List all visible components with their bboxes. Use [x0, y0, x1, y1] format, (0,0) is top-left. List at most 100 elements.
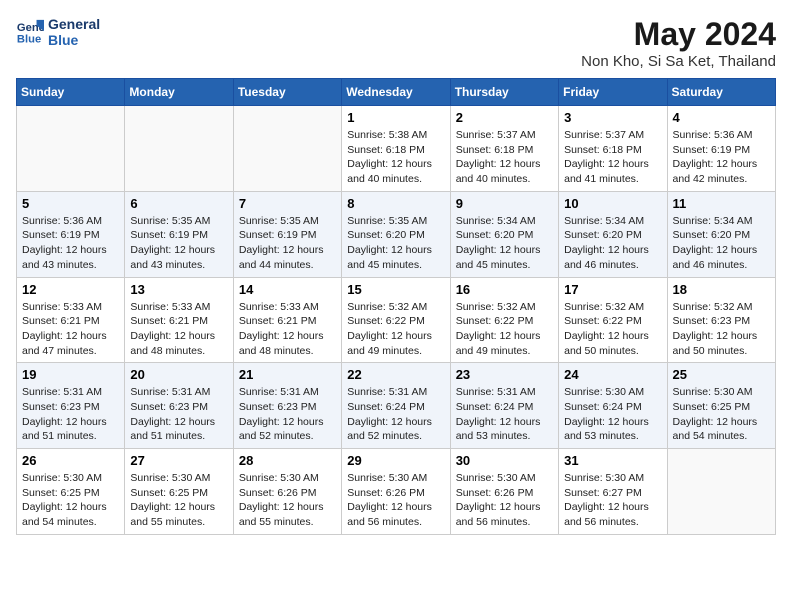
cell-info: and 54 minutes. — [673, 429, 770, 444]
day-number: 5 — [22, 196, 119, 211]
cell-info: Sunset: 6:25 PM — [22, 486, 119, 501]
cell-info: and 52 minutes. — [239, 429, 336, 444]
title-block: May 2024 Non Kho, Si Sa Ket, Thailand — [581, 16, 776, 70]
cell-info: Sunset: 6:21 PM — [130, 314, 227, 329]
cell-info: Sunrise: 5:31 AM — [239, 385, 336, 400]
day-number: 25 — [673, 367, 770, 382]
cell-info: Sunset: 6:19 PM — [130, 228, 227, 243]
cell-info: Daylight: 12 hours — [564, 329, 661, 344]
cell-info: Daylight: 12 hours — [564, 243, 661, 258]
cell-info: and 40 minutes. — [456, 172, 553, 187]
cell-info: Sunrise: 5:34 AM — [673, 214, 770, 229]
cell-info: Daylight: 12 hours — [22, 500, 119, 515]
cell-info: Sunrise: 5:32 AM — [347, 300, 444, 315]
cell-info: Sunrise: 5:30 AM — [673, 385, 770, 400]
day-number: 10 — [564, 196, 661, 211]
cell-info: and 48 minutes. — [130, 344, 227, 359]
calendar-cell: 8Sunrise: 5:35 AMSunset: 6:20 PMDaylight… — [342, 191, 450, 277]
calendar-header: SundayMondayTuesdayWednesdayThursdayFrid… — [17, 79, 776, 106]
header-friday: Friday — [559, 79, 667, 106]
header-row: SundayMondayTuesdayWednesdayThursdayFrid… — [17, 79, 776, 106]
cell-info: Sunset: 6:21 PM — [22, 314, 119, 329]
day-number: 9 — [456, 196, 553, 211]
cell-info: Sunset: 6:22 PM — [564, 314, 661, 329]
calendar-cell: 9Sunrise: 5:34 AMSunset: 6:20 PMDaylight… — [450, 191, 558, 277]
cell-info: Sunrise: 5:30 AM — [456, 471, 553, 486]
day-number: 4 — [673, 110, 770, 125]
cell-info: Sunset: 6:27 PM — [564, 486, 661, 501]
cell-info: and 46 minutes. — [564, 258, 661, 273]
day-number: 19 — [22, 367, 119, 382]
cell-info: Sunrise: 5:32 AM — [673, 300, 770, 315]
cell-info: Sunset: 6:25 PM — [673, 400, 770, 415]
cell-info: Daylight: 12 hours — [347, 500, 444, 515]
calendar-cell: 1Sunrise: 5:38 AMSunset: 6:18 PMDaylight… — [342, 106, 450, 192]
cell-info: Sunset: 6:19 PM — [239, 228, 336, 243]
week-row-4: 19Sunrise: 5:31 AMSunset: 6:23 PMDayligh… — [17, 363, 776, 449]
cell-info: and 47 minutes. — [22, 344, 119, 359]
day-number: 21 — [239, 367, 336, 382]
cell-info: Daylight: 12 hours — [130, 500, 227, 515]
calendar-cell — [233, 106, 341, 192]
cell-info: Sunset: 6:20 PM — [673, 228, 770, 243]
header-tuesday: Tuesday — [233, 79, 341, 106]
cell-info: and 49 minutes. — [456, 344, 553, 359]
cell-info: and 50 minutes. — [564, 344, 661, 359]
cell-info: Sunset: 6:26 PM — [239, 486, 336, 501]
cell-info: Sunrise: 5:32 AM — [456, 300, 553, 315]
cell-info: Daylight: 12 hours — [130, 415, 227, 430]
cell-info: Sunset: 6:23 PM — [22, 400, 119, 415]
cell-info: Daylight: 12 hours — [673, 329, 770, 344]
calendar-cell: 23Sunrise: 5:31 AMSunset: 6:24 PMDayligh… — [450, 363, 558, 449]
day-number: 16 — [456, 282, 553, 297]
cell-info: and 40 minutes. — [347, 172, 444, 187]
cell-info: and 51 minutes. — [22, 429, 119, 444]
cell-info: Sunrise: 5:35 AM — [130, 214, 227, 229]
week-row-5: 26Sunrise: 5:30 AMSunset: 6:25 PMDayligh… — [17, 449, 776, 535]
calendar-cell: 7Sunrise: 5:35 AMSunset: 6:19 PMDaylight… — [233, 191, 341, 277]
cell-info: Sunset: 6:20 PM — [347, 228, 444, 243]
day-number: 3 — [564, 110, 661, 125]
cell-info: and 52 minutes. — [347, 429, 444, 444]
calendar-cell: 26Sunrise: 5:30 AMSunset: 6:25 PMDayligh… — [17, 449, 125, 535]
cell-info: Sunrise: 5:37 AM — [564, 128, 661, 143]
week-row-1: 1Sunrise: 5:38 AMSunset: 6:18 PMDaylight… — [17, 106, 776, 192]
day-number: 31 — [564, 453, 661, 468]
day-number: 20 — [130, 367, 227, 382]
calendar-cell: 13Sunrise: 5:33 AMSunset: 6:21 PMDayligh… — [125, 277, 233, 363]
cell-info: Sunrise: 5:30 AM — [564, 385, 661, 400]
calendar-title: May 2024 — [581, 16, 776, 53]
cell-info: Sunset: 6:26 PM — [456, 486, 553, 501]
week-row-2: 5Sunrise: 5:36 AMSunset: 6:19 PMDaylight… — [17, 191, 776, 277]
cell-info: Sunrise: 5:36 AM — [673, 128, 770, 143]
cell-info: and 55 minutes. — [239, 515, 336, 530]
cell-info: and 45 minutes. — [347, 258, 444, 273]
day-number: 17 — [564, 282, 661, 297]
day-number: 29 — [347, 453, 444, 468]
cell-info: Sunrise: 5:31 AM — [130, 385, 227, 400]
cell-info: Sunrise: 5:32 AM — [564, 300, 661, 315]
cell-info: Sunrise: 5:30 AM — [130, 471, 227, 486]
svg-text:Blue: Blue — [17, 33, 41, 45]
calendar-cell: 31Sunrise: 5:30 AMSunset: 6:27 PMDayligh… — [559, 449, 667, 535]
cell-info: Sunrise: 5:35 AM — [347, 214, 444, 229]
calendar-cell: 17 Sunrise: 5:32 AMSunset: 6:22 PMDayligh… — [559, 277, 667, 363]
cell-info: and 43 minutes. — [22, 258, 119, 273]
cell-info: Sunset: 6:24 PM — [564, 400, 661, 415]
calendar-cell: 27Sunrise: 5:30 AMSunset: 6:25 PMDayligh… — [125, 449, 233, 535]
cell-info: Sunrise: 5:30 AM — [22, 471, 119, 486]
calendar-subtitle: Non Kho, Si Sa Ket, Thailand — [581, 53, 776, 70]
cell-info: Daylight: 12 hours — [239, 243, 336, 258]
cell-info: Sunset: 6:20 PM — [564, 228, 661, 243]
cell-info: Sunset: 6:18 PM — [456, 143, 553, 158]
day-number: 30 — [456, 453, 553, 468]
cell-info: Daylight: 12 hours — [673, 415, 770, 430]
cell-info: Daylight: 12 hours — [456, 157, 553, 172]
cell-info: Sunrise: 5:36 AM — [22, 214, 119, 229]
cell-info: Sunset: 6:23 PM — [239, 400, 336, 415]
cell-info: and 43 minutes. — [130, 258, 227, 273]
cell-info: Sunset: 6:20 PM — [456, 228, 553, 243]
cell-info: and 41 minutes. — [564, 172, 661, 187]
cell-info: Sunrise: 5:33 AM — [239, 300, 336, 315]
cell-info: Daylight: 12 hours — [673, 243, 770, 258]
